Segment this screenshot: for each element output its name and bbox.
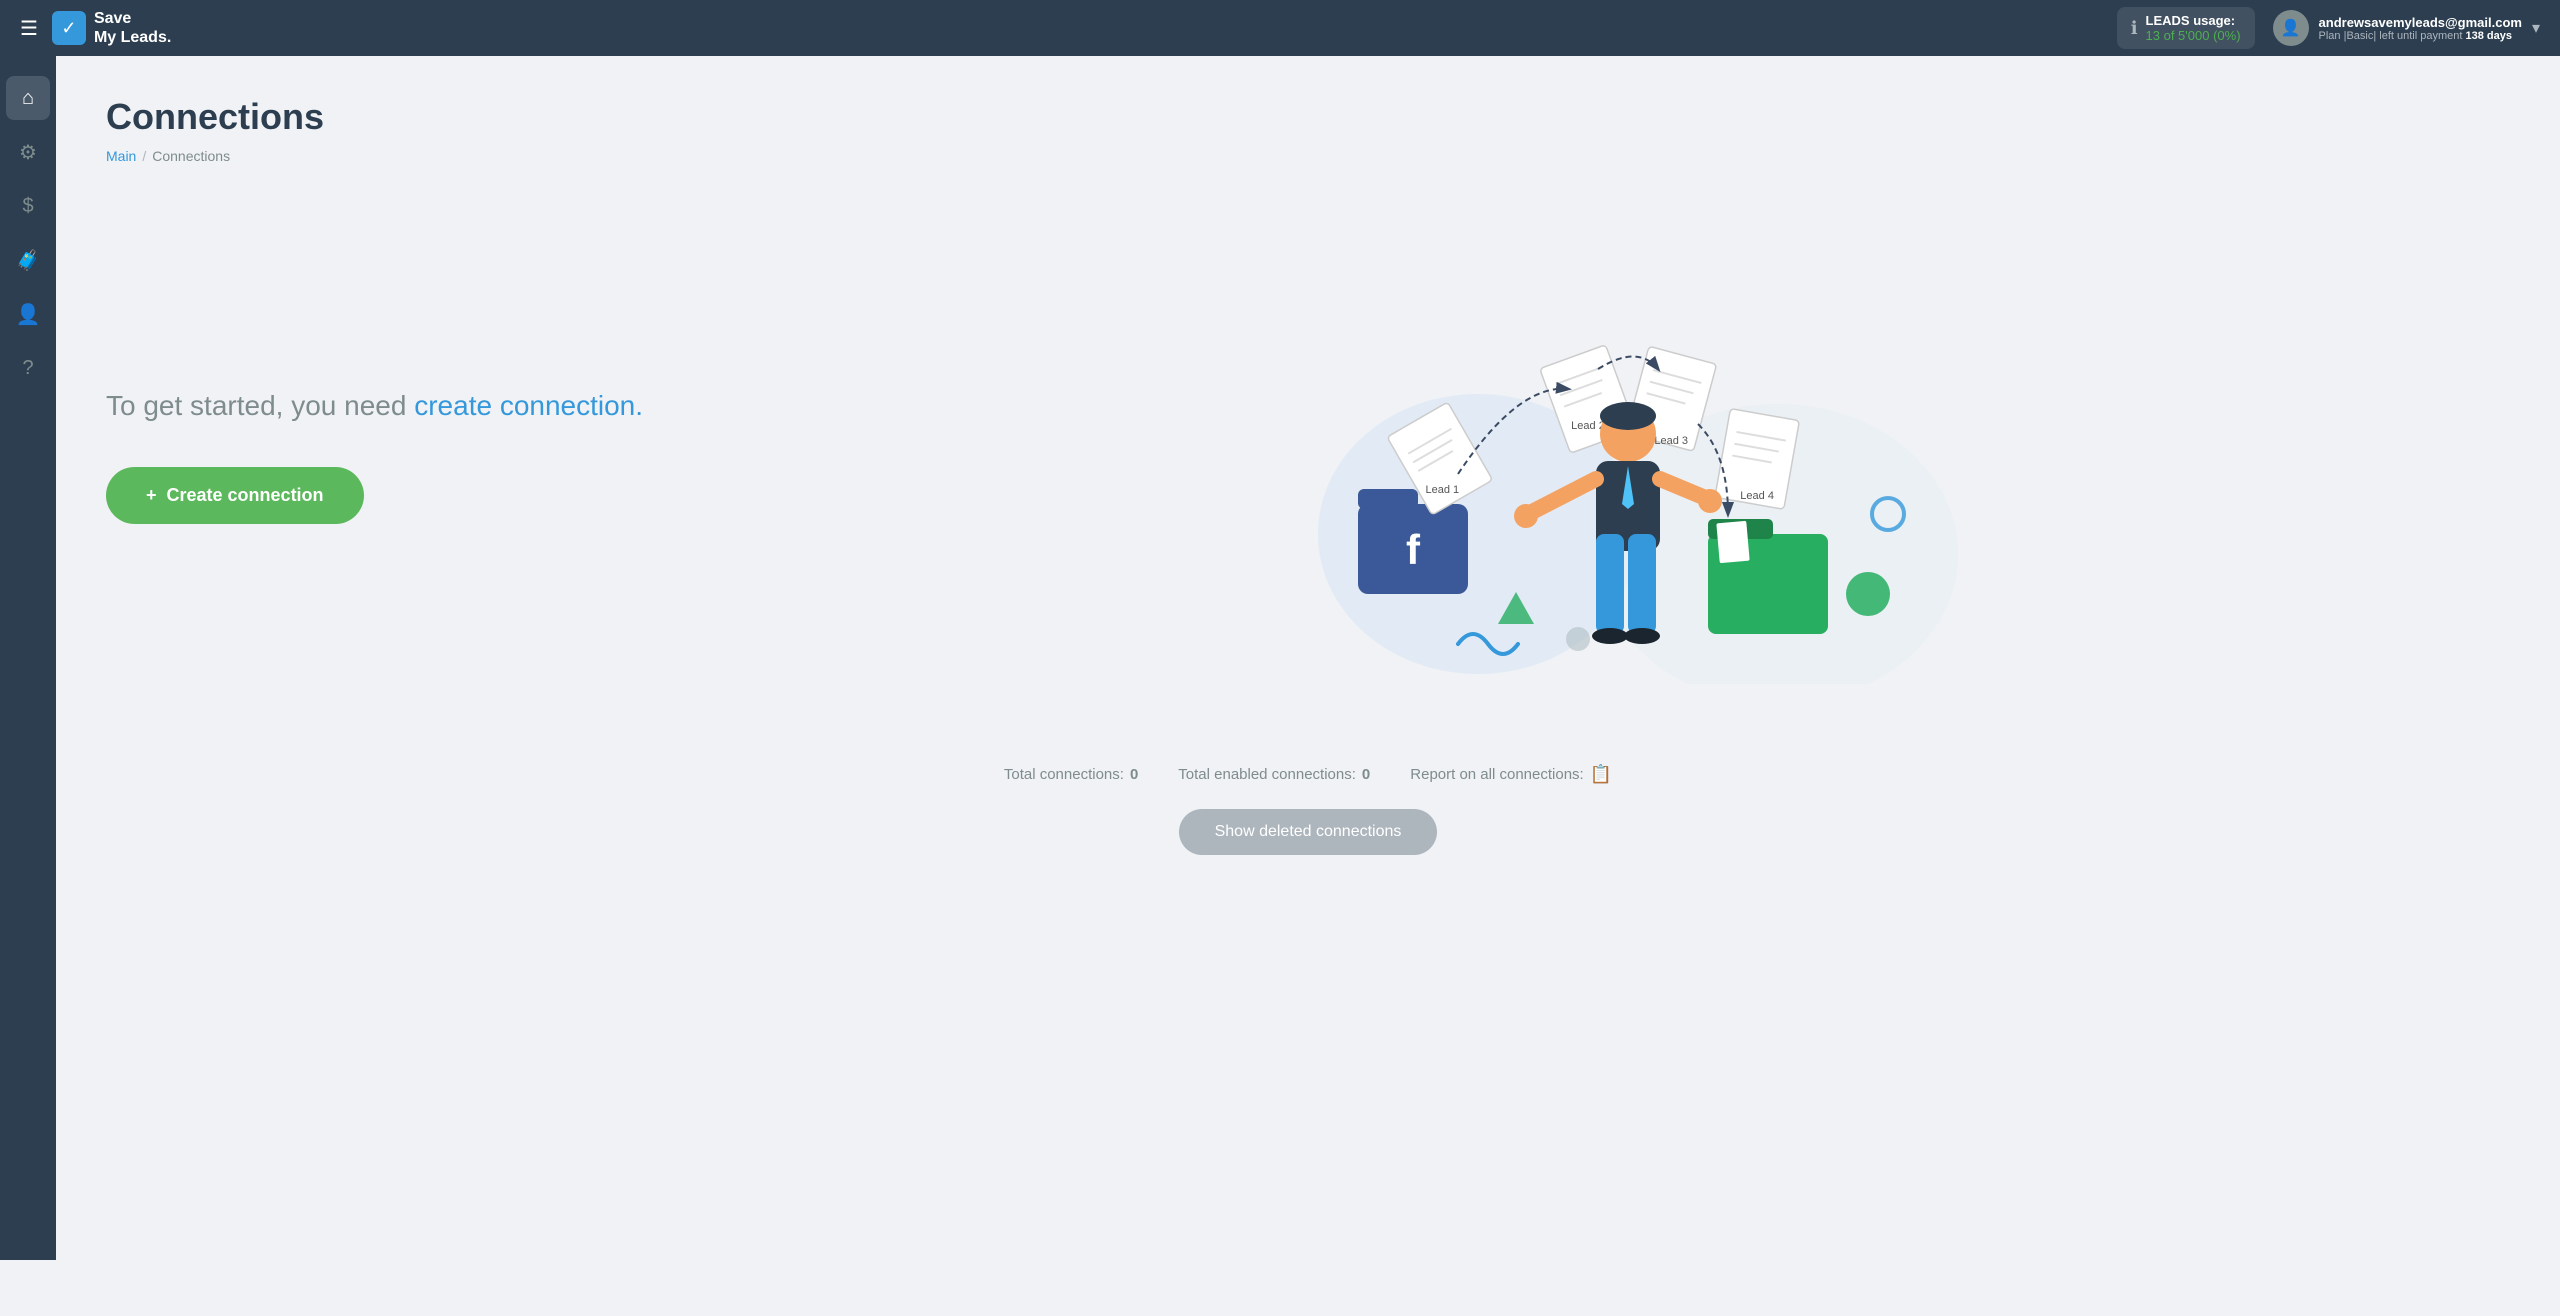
page-title: Connections [106,96,2510,138]
hero-section: To get started, you need create connecti… [106,204,2510,704]
logo-text: Save My Leads. [94,9,171,47]
hero-illustration: f Lead 1 Lead 2 [706,214,2510,694]
leads-usage-text: LEADS usage: 13 of 5'000 (0%) [2146,13,2241,43]
svg-text:Lead 2: Lead 2 [1571,420,1605,432]
svg-text:Lead 3: Lead 3 [1654,435,1688,447]
user-plan: Plan |Basic| left until payment 138 days [2319,30,2522,42]
breadcrumb: Main / Connections [106,148,2510,164]
total-connections-stat: Total connections: 0 [1004,766,1138,783]
user-section[interactable]: 👤 andrewsavemyleads@gmail.com Plan |Basi… [2273,10,2540,46]
chevron-down-icon: ▾ [2532,18,2540,38]
create-connection-button[interactable]: + Create connection [106,467,364,524]
sidebar-item-integrations[interactable]: 🧳 [6,238,50,282]
top-navigation: ☰ ✓ Save My Leads. ℹ LEADS usage: 13 of … [0,0,2560,56]
sidebar-item-connections[interactable]: ⚙ [6,130,50,174]
breadcrumb-main-link[interactable]: Main [106,148,136,164]
breadcrumb-current: Connections [152,148,230,164]
stats-row: Total connections: 0 Total enabled conne… [1004,764,1612,785]
logo: ✓ Save My Leads. [52,9,171,47]
hero-text: To get started, you need create connecti… [106,385,646,427]
avatar: 👤 [2273,10,2309,46]
breadcrumb-separator: / [142,148,146,164]
sidebar: ⌂ ⚙ $ 🧳 👤 ? [0,56,56,1260]
nav-left: ☰ ✓ Save My Leads. [20,9,171,47]
leads-usage-widget[interactable]: ℹ LEADS usage: 13 of 5'000 (0%) [2117,7,2255,49]
illustration-svg: f Lead 1 Lead 2 [1258,224,1958,684]
nav-right: ℹ LEADS usage: 13 of 5'000 (0%) 👤 andrew… [2117,7,2540,49]
logo-check-icon: ✓ [61,18,76,39]
sidebar-item-billing[interactable]: $ [6,184,50,228]
create-connection-link[interactable]: create connection. [414,390,643,421]
sidebar-item-account[interactable]: 👤 [6,292,50,336]
show-deleted-button[interactable]: Show deleted connections [1179,809,1438,855]
bottom-stats: Total connections: 0 Total enabled conne… [106,764,2510,855]
svg-text:f: f [1406,526,1421,573]
info-icon: ℹ [2131,18,2138,39]
report-icon[interactable]: 📋 [1590,764,1612,785]
sidebar-item-home[interactable]: ⌂ [6,76,50,120]
report-stat: Report on all connections: 📋 [1410,764,1612,785]
user-info: andrewsavemyleads@gmail.com Plan |Basic|… [2319,15,2522,42]
sidebar-item-help[interactable]: ? [6,346,50,390]
hamburger-icon[interactable]: ☰ [20,16,38,41]
main-content: Connections Main / Connections To get st… [56,56,2560,1260]
plus-icon: + [146,485,157,506]
hero-left: To get started, you need create connecti… [106,385,706,524]
svg-text:Lead 4: Lead 4 [1740,490,1774,502]
svg-text:Lead 1: Lead 1 [1426,484,1460,496]
logo-box: ✓ [52,11,86,45]
total-enabled-stat: Total enabled connections: 0 [1178,766,1370,783]
